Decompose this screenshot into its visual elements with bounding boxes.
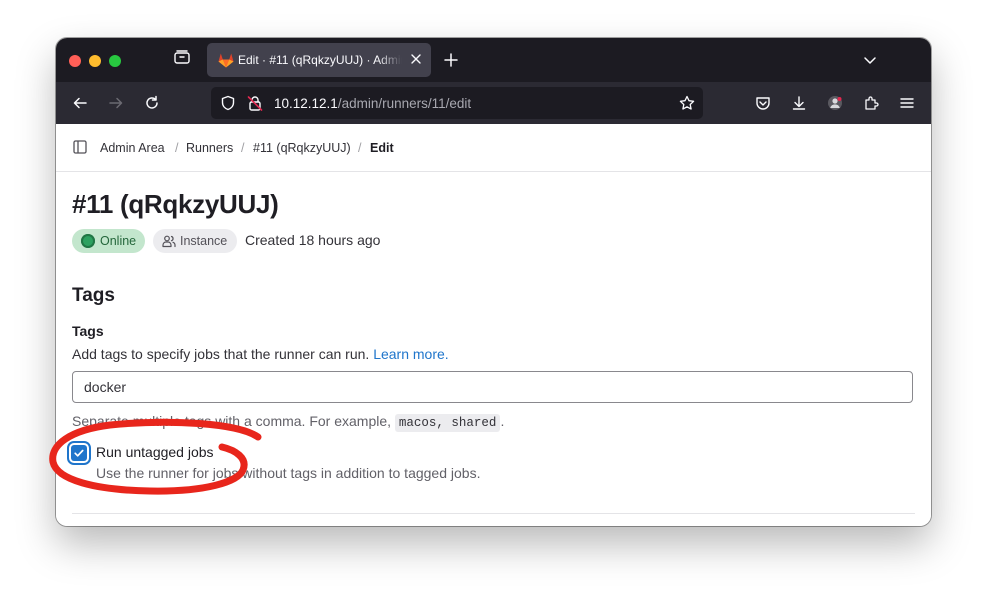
run-untagged-checkbox[interactable] <box>71 445 87 461</box>
gitlab-logo-icon <box>218 53 234 68</box>
learn-more-link[interactable]: Learn more. <box>373 346 448 362</box>
tags-section-heading: Tags <box>72 285 115 306</box>
tab-groups-icon[interactable] <box>174 50 190 64</box>
breadcrumb-admin-area[interactable]: Admin Area <box>100 141 165 155</box>
minimize-window-button[interactable] <box>89 55 101 67</box>
close-window-button[interactable] <box>69 55 81 67</box>
users-icon <box>162 235 176 248</box>
forward-arrow-icon[interactable] <box>108 95 124 111</box>
page-title: #11 (qRqkzyUUJ) <box>72 189 279 219</box>
browser-window: Edit · #11 (qRqkzyUUJ) · Admin Area · Gi… <box>56 38 931 526</box>
shield-icon[interactable] <box>220 95 236 111</box>
tab-bar: Edit · #11 (qRqkzyUUJ) · Admin Area · Gi… <box>56 38 931 82</box>
online-status-icon <box>81 234 95 248</box>
run-untagged-label[interactable]: Run untagged jobs <box>96 444 214 460</box>
breadcrumb-separator: / <box>241 141 245 155</box>
breadcrumb-runners[interactable]: Runners <box>186 141 233 155</box>
check-icon <box>74 449 84 457</box>
download-icon[interactable] <box>791 95 807 111</box>
tab-title: Edit · #11 (qRqkzyUUJ) · Admin Area · Gi… <box>238 53 402 67</box>
reload-icon[interactable] <box>144 95 160 111</box>
url-path: /admin/runners/11/edit <box>337 96 472 111</box>
back-arrow-icon[interactable] <box>72 95 88 111</box>
sidebar-toggle-icon[interactable] <box>73 140 87 154</box>
zoom-window-button[interactable] <box>109 55 121 67</box>
tags-hint: Separate multiple tags with a comma. For… <box>72 413 505 432</box>
breadcrumb-edit: Edit <box>370 141 394 155</box>
extensions-icon[interactable] <box>863 95 879 111</box>
runner-type-badge: Instance <box>153 229 237 253</box>
tags-hint-text: Separate multiple tags with a comma. For… <box>72 413 392 429</box>
status-badge: Online <box>72 229 145 253</box>
avatar-icon[interactable] <box>827 95 843 111</box>
url-bar[interactable]: 10.12.12.1/admin/runners/11/edit <box>211 87 703 119</box>
url-text: 10.12.12.1/admin/runners/11/edit <box>274 96 471 111</box>
tags-input[interactable] <box>72 371 913 403</box>
nav-toolbar: 10.12.12.1/admin/runners/11/edit <box>56 82 931 124</box>
tags-field-label: Tags <box>72 323 104 339</box>
tags-help-text: Add tags to specify jobs that the runner… <box>72 346 449 362</box>
insecure-lock-icon[interactable] <box>247 95 263 111</box>
pocket-icon[interactable] <box>755 95 771 111</box>
created-timestamp: Created 18 hours ago <box>245 232 381 248</box>
page-content: Admin Area / Runners / #11 (qRqkzyUUJ) /… <box>56 124 931 526</box>
breadcrumb-separator: / <box>175 141 179 155</box>
menu-icon[interactable] <box>899 95 915 111</box>
section-divider <box>72 513 915 514</box>
tags-hint-example: macos, shared <box>394 414 501 432</box>
tab-active[interactable]: Edit · #11 (qRqkzyUUJ) · Admin Area · Gi… <box>207 43 431 77</box>
close-icon[interactable] <box>409 52 423 66</box>
plus-icon[interactable] <box>443 52 459 68</box>
tags-hint-end: . <box>500 413 505 429</box>
status-badge-label: Online <box>100 234 137 248</box>
url-host: 10.12.12.1 <box>274 96 338 111</box>
breadcrumb-separator: / <box>358 141 362 155</box>
run-untagged-help: Use the runner for jobs without tags in … <box>96 465 481 481</box>
chevron-down-icon[interactable] <box>863 53 877 67</box>
breadcrumb: Admin Area / Runners / #11 (qRqkzyUUJ) /… <box>56 124 931 172</box>
runner-type-label: Instance <box>180 234 228 248</box>
tags-help-description: Add tags to specify jobs that the runner… <box>72 346 370 362</box>
bookmark-star-icon[interactable] <box>679 95 695 111</box>
breadcrumb-runner[interactable]: #11 (qRqkzyUUJ) <box>253 141 351 155</box>
